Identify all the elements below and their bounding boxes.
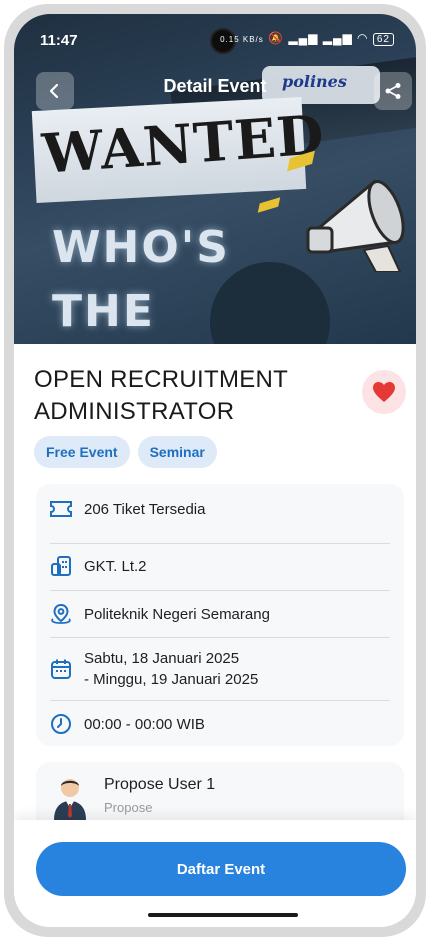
favorite-button[interactable]: [362, 370, 406, 414]
status-bar: 11:47 0.15 KB/s 🔕 ▂▄▆ ▂▄▆ ◠ 62: [14, 14, 416, 58]
room-row: GKT. Lt.2: [48, 553, 392, 579]
clock-icon: [48, 711, 74, 737]
place-row: Politeknik Negeri Semarang: [48, 601, 392, 627]
calendar-icon: [48, 656, 74, 682]
silhouette-figure: [210, 262, 330, 344]
event-details-card: 206 Tiket Tersedia GKT. Lt.2 Politeknik …: [36, 484, 404, 746]
signal-icon: ▂▄▆: [288, 31, 319, 45]
register-event-button[interactable]: Daftar Event: [36, 842, 406, 896]
share-button[interactable]: [374, 72, 412, 110]
time-text: 00:00 - 00:00 WIB: [84, 715, 205, 733]
mute-icon: 🔕: [268, 31, 285, 45]
share-icon: [385, 83, 401, 99]
time-row: 00:00 - 00:00 WIB: [48, 711, 392, 737]
date-row: Sabtu, 18 Januari 2025 - Minggu, 19 Janu…: [48, 648, 392, 690]
tickets-text: 206 Tiket Tersedia: [84, 500, 206, 518]
proposer-name: Propose User 1: [104, 776, 216, 793]
date-start: Sabtu, 18 Januari 2025: [84, 650, 240, 667]
avatar: [54, 779, 86, 820]
event-tags: Free Event Seminar: [34, 436, 217, 468]
proposer-role: Propose: [104, 800, 153, 815]
event-title: OPEN RECRUITMENT ADMINISTRATOR: [34, 366, 288, 425]
tag-seminar[interactable]: Seminar: [137, 436, 217, 468]
heart-icon: [373, 382, 395, 402]
divider: [50, 637, 390, 638]
divider: [50, 543, 390, 544]
data-rate: 0.15 KB/s: [220, 35, 264, 44]
tickets-row: 206 Tiket Tersedia: [48, 496, 392, 522]
battery-icon: 62: [372, 33, 394, 46]
building-icon: [48, 553, 74, 579]
megaphone-icon: [306, 179, 405, 272]
location-icon: [48, 601, 74, 627]
banner-line2: THE: [52, 286, 155, 337]
status-icons: 0.15 KB/s 🔕 ▂▄▆ ▂▄▆ ◠ 62: [220, 31, 394, 46]
home-indicator[interactable]: [148, 913, 298, 917]
event-banner: polines WANTED WHO'S THE: [14, 14, 416, 344]
lightning-icon: [257, 197, 281, 213]
place-text: Politeknik Negeri Semarang: [84, 605, 270, 623]
status-time: 11:47: [40, 32, 78, 49]
phone-frame: polines WANTED WHO'S THE 11:47 0.15 KB/s…: [4, 4, 426, 937]
banner-line1: WHO'S: [52, 222, 230, 273]
divider: [50, 700, 390, 701]
ticket-icon: [48, 496, 74, 522]
page-title: Detail Event: [163, 76, 267, 96]
divider: [50, 590, 390, 591]
signal-icon: ▂▄▆: [322, 31, 353, 45]
room-text: GKT. Lt.2: [84, 557, 147, 575]
date-end: - Minggu, 19 Januari 2025: [84, 671, 259, 688]
screen: polines WANTED WHO'S THE 11:47 0.15 KB/s…: [14, 14, 416, 927]
tag-free-event[interactable]: Free Event: [34, 436, 130, 468]
date-text: Sabtu, 18 Januari 2025 - Minggu, 19 Janu…: [84, 648, 258, 690]
wifi-icon: ◠: [357, 31, 369, 45]
